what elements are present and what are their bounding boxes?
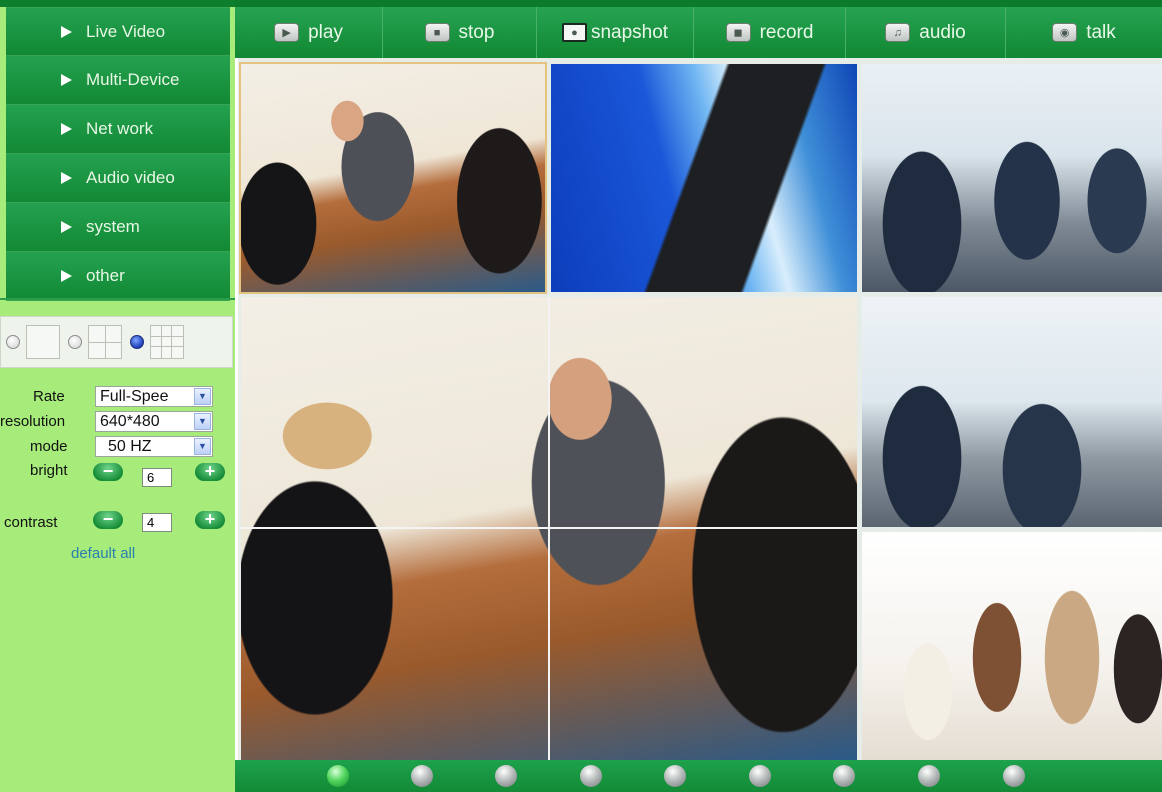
snapshot-button[interactable]: ● snapshot [537,7,694,58]
contrast-label: contrast [4,514,58,531]
layout-picker [0,316,233,368]
bright-label: bright [30,462,68,479]
play-button[interactable]: ▶ play [235,7,383,58]
play-icon: ▶ [274,23,300,42]
triangle-right-icon [61,221,72,233]
mode-label: mode [30,438,68,455]
rate-select[interactable]: Full-Spee ▼ [95,386,213,407]
channel-dot-2[interactable] [411,765,433,787]
sidebar-top-strip [0,0,235,7]
talk-button[interactable]: ◉ talk [1006,7,1162,58]
talk-label: talk [1086,21,1116,43]
nav-label: Multi-Device [86,70,180,89]
triangle-right-icon [61,270,72,282]
layout-4-radio[interactable] [68,335,82,349]
nav-label: other [86,266,125,285]
nav-item-multi-device[interactable]: Multi-Device [6,56,230,105]
headphones-icon: ♫ [885,23,911,42]
channel-dot-4[interactable] [580,765,602,787]
nav-label: Net work [86,119,154,138]
chevron-down-icon[interactable]: ▼ [194,438,211,455]
resolution-label: resolution [0,413,66,430]
rate-value: Full-Spee [100,388,169,405]
record-label: record [759,21,814,43]
chevron-down-icon[interactable]: ▼ [194,388,211,405]
sidebar: Live Video Multi-Device Net work Audio v… [0,0,235,792]
channel-dot-8[interactable] [918,765,940,787]
mode-value: 50 HZ [108,438,152,455]
channel-dot-6[interactable] [749,765,771,787]
camera-icon: ● [561,23,587,42]
toolbar: ▶ play ■ stop ● snapshot ◼ record ♫ audi… [235,7,1162,58]
layout-9-radio[interactable] [130,335,144,349]
layout-1-radio[interactable] [6,335,20,349]
rate-label: Rate [33,388,65,405]
nav-label: Audio video [86,168,175,187]
audio-label: audio [919,21,966,43]
triangle-right-icon [61,74,72,86]
resolution-select[interactable]: 640*480 ▼ [95,411,213,432]
video-tile-9[interactable] [862,532,1162,760]
nav-item-audio-video[interactable]: Audio video [6,154,230,203]
bright-value[interactable]: 6 [142,468,172,487]
stop-button[interactable]: ■ stop [383,7,537,58]
video-tile-2[interactable] [551,64,857,292]
nav-item-network[interactable]: Net work [6,105,230,154]
divider [0,298,235,300]
nav-label: system [86,217,140,236]
triangle-right-icon [61,25,72,38]
video-tile-1[interactable] [239,62,547,294]
nav-item-other[interactable]: other [6,252,230,301]
default-all-link[interactable]: default all [71,545,135,562]
nav-label: Live Video [86,21,166,41]
nav-item-system[interactable]: system [6,203,230,252]
play-label: play [308,21,343,43]
sidebar-nav: Live Video Multi-Device Net work Audio v… [6,7,230,301]
video-tile-3[interactable] [862,64,1162,292]
bright-increase-button[interactable]: + [195,462,225,481]
contrast-increase-button[interactable]: + [195,510,225,529]
chevron-down-icon[interactable]: ▼ [194,413,211,430]
snapshot-label: snapshot [590,21,669,43]
audio-button[interactable]: ♫ audio [846,7,1006,58]
resolution-value: 640*480 [100,413,160,430]
bright-decrease-button[interactable]: − [93,462,123,481]
channel-dot-5[interactable] [664,765,686,787]
mode-select[interactable]: 50 HZ ▼ [95,436,213,457]
channel-dot-7[interactable] [833,765,855,787]
contrast-value[interactable]: 4 [142,513,172,532]
video-tile-6[interactable] [862,297,1162,527]
quad-view-icon[interactable] [88,325,122,359]
channel-dot-3[interactable] [495,765,517,787]
record-button[interactable]: ◼ record [694,7,846,58]
tile-divider [241,527,857,529]
contrast-decrease-button[interactable]: − [93,510,123,529]
toolbar-top-strip [235,0,1162,7]
triangle-right-icon [61,123,72,135]
record-icon: ◼ [725,23,751,42]
microphone-icon: ◉ [1052,23,1078,42]
channel-dot-9[interactable] [1003,765,1025,787]
triangle-right-icon [61,172,72,184]
nav-item-live-video[interactable]: Live Video [6,7,230,56]
channel-dot-1[interactable] [327,765,349,787]
stop-icon: ■ [424,23,450,42]
stop-label: stop [458,21,495,43]
nine-view-icon[interactable] [150,325,184,359]
single-view-icon[interactable] [26,325,60,359]
channel-pager [235,760,1162,792]
video-grid [238,58,1162,760]
